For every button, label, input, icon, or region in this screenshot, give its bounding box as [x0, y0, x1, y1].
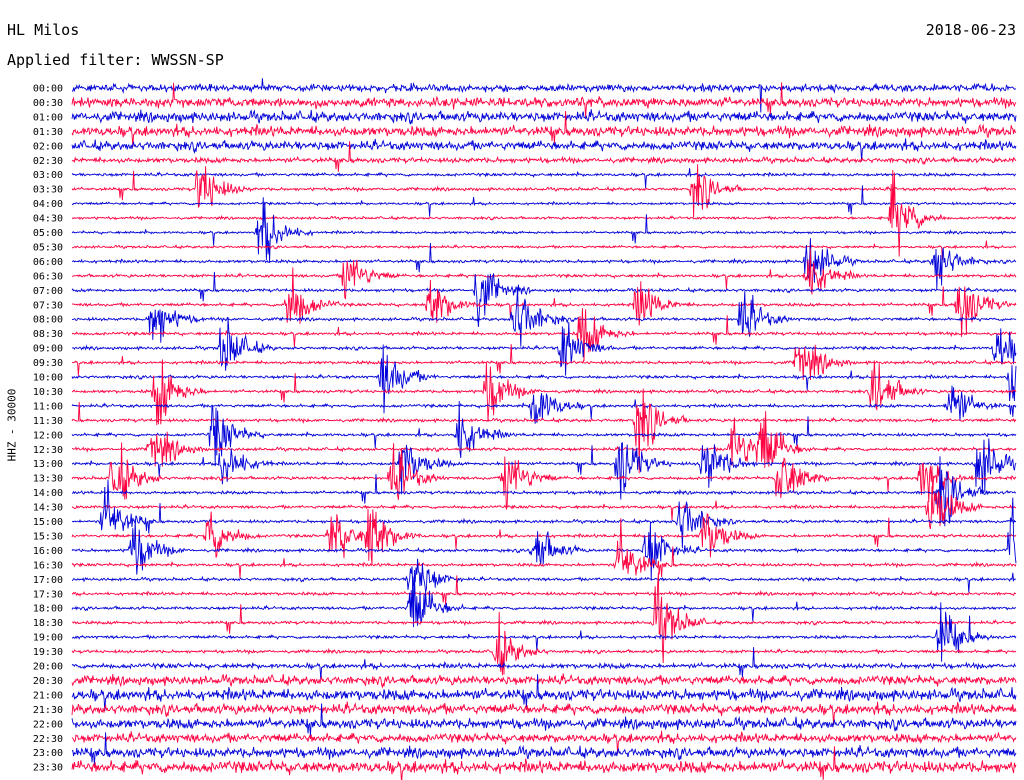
- time-tick-label: 21:00: [33, 690, 63, 701]
- trace-line-0830: [71, 308, 1017, 362]
- time-tick-label: 11:00: [33, 401, 63, 412]
- time-tick-label: 09:30: [33, 358, 63, 369]
- trace-line-2330: [71, 746, 1017, 780]
- time-tick-label: 14:00: [33, 488, 63, 499]
- trace-line-1200: [71, 400, 1017, 465]
- time-tick-label: 05:00: [33, 228, 63, 239]
- trace-line-0400: [71, 185, 1017, 217]
- time-tick-label: 00:00: [33, 84, 63, 95]
- time-tick-label: 15:30: [33, 531, 63, 542]
- trace-line-0730: [71, 267, 1017, 337]
- trace-group: [71, 78, 1017, 780]
- time-tick-label: 12:30: [33, 445, 63, 456]
- time-tick-label: 10:00: [33, 373, 63, 384]
- trace-line-2000: [71, 647, 1017, 680]
- time-tick-label: 07:00: [33, 286, 63, 297]
- time-tick-label: 11:30: [33, 416, 63, 427]
- trace-line-0000: [71, 78, 1016, 113]
- time-tick-label: 19:30: [33, 647, 63, 658]
- time-tick-label: 16:00: [33, 546, 63, 557]
- trace-line-0500: [71, 197, 1017, 262]
- time-tick-label: 23:30: [33, 763, 63, 774]
- time-tick-label: 17:00: [33, 575, 63, 586]
- trace-line-1300: [71, 438, 1017, 500]
- time-tick-label: 05:30: [33, 242, 63, 253]
- time-tick-label: 16:30: [33, 560, 63, 571]
- time-tick-label: 07:30: [33, 300, 63, 311]
- seismogram-plot: 00:00 00:30 01:00 01:30 02:00 02:30 03:00 03:30…: [33, 78, 1017, 780]
- time-tick-label: 13:00: [33, 459, 63, 470]
- time-tick-label: 04:00: [33, 199, 63, 210]
- time-tick-label: 20:30: [33, 676, 63, 687]
- time-tick-label: 06:00: [33, 257, 63, 268]
- trace-line-2300: [71, 732, 1017, 766]
- time-tick-label: 09:00: [33, 344, 63, 355]
- time-tick-label: 22:00: [33, 719, 63, 730]
- time-tick-label: 18:30: [33, 618, 63, 629]
- time-tick-label: 20:00: [33, 662, 63, 673]
- time-tick-label: 02:30: [33, 156, 63, 167]
- trace-line-0100: [71, 109, 1017, 125]
- trace-line-0330: [71, 164, 1017, 218]
- time-tick-label: 01:00: [33, 112, 63, 123]
- time-tick-label: 14:30: [33, 503, 63, 514]
- time-tick-label: 15:00: [33, 517, 63, 528]
- time-tick-label: 18:00: [33, 604, 63, 615]
- time-tick-label: 17:30: [33, 589, 63, 600]
- time-tick-label: 04:30: [33, 214, 63, 225]
- time-tick-label: 19:00: [33, 633, 63, 644]
- time-tick-label: 12:00: [33, 430, 63, 441]
- time-tick-label: 03:00: [33, 170, 63, 181]
- time-tick-label: 01:30: [33, 127, 63, 138]
- time-tick-label: 00:30: [33, 98, 63, 109]
- trace-line-0200: [71, 138, 1017, 162]
- time-tick-label: 10:30: [33, 387, 63, 398]
- time-tick-label: 06:30: [33, 271, 63, 282]
- time-tick-label: 03:30: [33, 185, 63, 196]
- trace-line-2030: [71, 673, 1017, 689]
- time-tick-label: 21:30: [33, 705, 63, 716]
- trace-line-1900: [71, 602, 1017, 662]
- trace-line-1330: [71, 442, 1017, 510]
- time-tick-label: 02:00: [33, 141, 63, 152]
- time-tick-label: 08:00: [33, 315, 63, 326]
- time-tick-group: 00:00 00:30 01:00 01:30 02:00 02:30 03:00 03:30…: [33, 84, 63, 774]
- trace-line-0800: [71, 287, 1017, 347]
- time-tick-label: 22:30: [33, 734, 63, 745]
- time-tick-label: 13:30: [33, 474, 63, 485]
- trace-line-1400: [71, 456, 1017, 527]
- trace-line-1030: [71, 359, 1017, 426]
- time-tick-label: 08:30: [33, 329, 63, 340]
- time-tick-label: 23:00: [33, 748, 63, 759]
